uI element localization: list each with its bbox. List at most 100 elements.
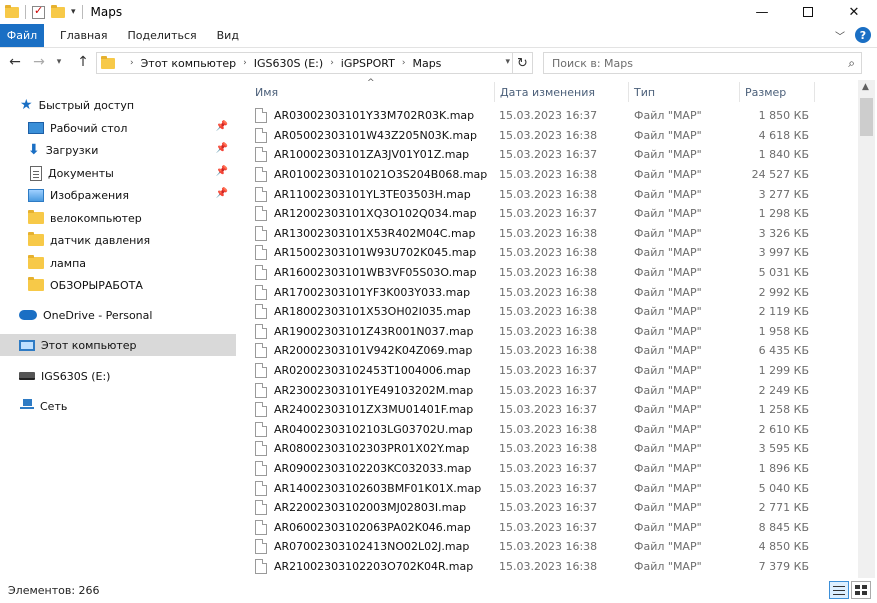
tab-home[interactable]: Главная — [50, 24, 118, 47]
file-name-cell[interactable]: AR22002303102003MJ02803I.map — [255, 500, 466, 516]
back-arrow-icon[interactable]: ← — [6, 54, 24, 70]
file-name-cell[interactable]: AR04002303102103LG03702U.map — [255, 421, 473, 437]
table-row[interactable]: AR18002303101X53OH02I035.map 15.03.2023 1… — [245, 302, 859, 322]
recent-locations-icon[interactable]: ▾ — [50, 57, 68, 67]
file-name-cell[interactable]: AR06002303102063PA02K046.map — [255, 519, 471, 535]
nav-item-folder-reviews[interactable]: ОБЗОРЫРАБОТА — [0, 274, 236, 296]
breadcrumb-maps[interactable]: Maps — [412, 57, 441, 70]
pin-icon[interactable]: 📌 — [216, 143, 228, 154]
file-name-cell[interactable]: AR17002303101YF3K003Y033.map — [255, 284, 470, 300]
tab-file[interactable]: Файл — [0, 24, 44, 47]
nav-item-network[interactable]: Сеть — [0, 395, 236, 417]
table-row[interactable]: AR17002303101YF3K003Y033.map 15.03.2023 1… — [245, 282, 859, 302]
folder-icon[interactable] — [5, 4, 19, 18]
scroll-up-icon[interactable]: ▲ — [862, 82, 869, 92]
pin-icon[interactable]: 📌 — [216, 121, 228, 132]
file-name-cell[interactable]: AR03002303101Y33M702R03K.map — [255, 108, 474, 124]
table-row[interactable]: AR15002303101W93U702K045.map 15.03.2023 1… — [245, 243, 859, 263]
customize-toolbar-icon[interactable]: ▾ — [71, 7, 76, 17]
nav-item-folder-velo[interactable]: велокомпьютер — [0, 207, 236, 229]
file-name-cell[interactable]: AR13002303101X53R402M04C.map — [255, 225, 475, 241]
nav-item-pictures[interactable]: Изображения 📌 — [0, 184, 236, 206]
help-icon[interactable]: ? — [855, 27, 871, 43]
nav-item-drive[interactable]: IGS630S (E:) — [0, 365, 236, 387]
file-name-cell[interactable]: AR10002303101ZA3JV01Y01Z.map — [255, 147, 469, 163]
table-row[interactable]: AR13002303101X53R402M04C.map 15.03.2023 1… — [245, 224, 859, 244]
column-header-type[interactable]: Тип — [628, 80, 740, 104]
file-name-cell[interactable]: AR18002303101X53OH02I035.map — [255, 304, 471, 320]
breadcrumb-igpsport[interactable]: iGPSPORT — [341, 57, 395, 70]
table-row[interactable]: AR06002303102063PA02K046.map 15.03.2023 1… — [245, 517, 859, 537]
table-row[interactable]: AR20002303101V942K04Z069.map 15.03.2023 1… — [245, 341, 859, 361]
file-name-cell[interactable]: AR09002303102203KC032033.map — [255, 460, 471, 476]
file-name-cell[interactable]: AR21002303102203O702K04R.map — [255, 558, 473, 574]
pin-icon[interactable]: 📌 — [216, 166, 228, 177]
nav-item-this-pc[interactable]: Этот компьютер — [0, 334, 236, 356]
column-header-date[interactable]: Дата изменения — [494, 80, 629, 104]
file-name-cell[interactable]: AR15002303101W93U702K045.map — [255, 245, 476, 261]
table-row[interactable]: AR16002303101WB3VF05S03O.map 15.03.2023 1… — [245, 263, 859, 283]
file-name-cell[interactable]: AR07002303102413NO02L02J.map — [255, 539, 469, 555]
table-row[interactable]: AR14002303102603BMF01K01X.map 15.03.2023 … — [245, 478, 859, 498]
breadcrumb-this-pc[interactable]: Этот компьютер — [141, 57, 237, 70]
up-arrow-icon[interactable]: ↑ — [74, 54, 92, 70]
large-icons-view-button[interactable] — [851, 581, 871, 599]
search-input[interactable] — [552, 56, 832, 70]
table-row[interactable]: AR08002303102303PR01X02Y.map 15.03.2023 1… — [245, 439, 859, 459]
table-row[interactable]: AR01002303101021O3S204B068.map 15.03.2023… — [245, 165, 859, 185]
refresh-icon[interactable]: ↻ — [512, 53, 532, 73]
table-row[interactable]: AR02002303102453T1004006.map 15.03.2023 1… — [245, 361, 859, 381]
search-icon[interactable]: ⌕ — [848, 56, 855, 71]
table-row[interactable]: AR07002303102413NO02L02J.map 15.03.2023 1… — [245, 537, 859, 557]
tab-share[interactable]: Поделиться — [118, 24, 207, 47]
properties-icon[interactable] — [32, 4, 45, 19]
table-row[interactable]: AR11002303101YL3TE03503H.map 15.03.2023 1… — [245, 184, 859, 204]
table-row[interactable]: AR23002303101YE49103202M.map 15.03.2023 1… — [245, 380, 859, 400]
table-row[interactable]: AR04002303102103LG03702U.map 15.03.2023 1… — [245, 420, 859, 440]
nav-item-folder-sensor[interactable]: датчик давления — [0, 229, 236, 251]
nav-item-folder-lamp[interactable]: лампа — [0, 252, 236, 274]
column-header-name[interactable]: Имя — [249, 80, 495, 104]
address-bar[interactable]: › Этот компьютер › IGS630S (E:) › iGPSPO… — [96, 52, 533, 74]
tab-view[interactable]: Вид — [207, 24, 249, 47]
scrollbar-thumb[interactable] — [860, 98, 873, 136]
nav-item-quick-access[interactable]: ★ Быстрый доступ — [0, 94, 236, 116]
nav-item-downloads[interactable]: ⬇ Загрузки 📌 — [0, 139, 236, 161]
nav-item-onedrive[interactable]: OneDrive - Personal — [0, 304, 236, 326]
search-box[interactable]: ⌕ — [543, 52, 862, 74]
file-name-cell[interactable]: AR16002303101WB3VF05S03O.map — [255, 265, 477, 281]
table-row[interactable]: AR21002303102203O702K04R.map 15.03.2023 1… — [245, 557, 859, 577]
table-row[interactable]: AR12002303101XQ3O102Q034.map 15.03.2023 1… — [245, 204, 859, 224]
column-divider[interactable] — [814, 82, 815, 102]
file-name-cell[interactable]: AR23002303101YE49103202M.map — [255, 382, 473, 398]
forward-arrow-icon[interactable]: → — [30, 54, 48, 70]
maximize-button[interactable] — [785, 0, 831, 24]
file-name-cell[interactable]: AR19002303101Z43R001N037.map — [255, 323, 473, 339]
table-row[interactable]: AR09002303102203KC032033.map 15.03.2023 1… — [245, 459, 859, 479]
file-name-cell[interactable]: AR01002303101021O3S204B068.map — [255, 167, 487, 183]
file-name-cell[interactable]: AR05002303101W43Z205N03K.map — [255, 127, 477, 143]
new-folder-icon[interactable] — [51, 4, 65, 18]
breadcrumb-chevron-icon[interactable]: › — [243, 58, 247, 68]
file-name-cell[interactable]: AR08002303102303PR01X02Y.map — [255, 441, 469, 457]
close-button[interactable]: ✕ — [831, 0, 877, 24]
expand-ribbon-icon[interactable]: ﹀ — [835, 28, 845, 43]
file-name-cell[interactable]: AR02002303102453T1004006.map — [255, 363, 471, 379]
address-dropdown-icon[interactable]: ▾ — [505, 57, 510, 67]
breadcrumb-chevron-icon[interactable]: › — [130, 58, 134, 68]
file-name-cell[interactable]: AR20002303101V942K04Z069.map — [255, 343, 472, 359]
table-row[interactable]: AR22002303102003MJ02803I.map 15.03.2023 1… — [245, 498, 859, 518]
file-name-cell[interactable]: AR12002303101XQ3O102Q034.map — [255, 206, 477, 222]
table-row[interactable]: AR10002303101ZA3JV01Y01Z.map 15.03.2023 1… — [245, 145, 859, 165]
file-name-cell[interactable]: AR11002303101YL3TE03503H.map — [255, 186, 471, 202]
breadcrumb-chevron-icon[interactable]: › — [330, 58, 334, 68]
table-row[interactable]: AR05002303101W43Z205N03K.map 15.03.2023 1… — [245, 126, 859, 146]
nav-item-desktop[interactable]: Рабочий стол 📌 — [0, 117, 236, 139]
file-name-cell[interactable]: AR24002303101ZX3MU01401F.map — [255, 402, 473, 418]
vertical-scrollbar[interactable]: ▲ — [858, 80, 875, 578]
breadcrumb-drive[interactable]: IGS630S (E:) — [254, 57, 323, 70]
pin-icon[interactable]: 📌 — [216, 188, 228, 199]
nav-item-documents[interactable]: Документы 📌 — [0, 162, 236, 184]
column-header-size[interactable]: Размер — [739, 80, 815, 104]
details-view-button[interactable] — [829, 581, 849, 599]
